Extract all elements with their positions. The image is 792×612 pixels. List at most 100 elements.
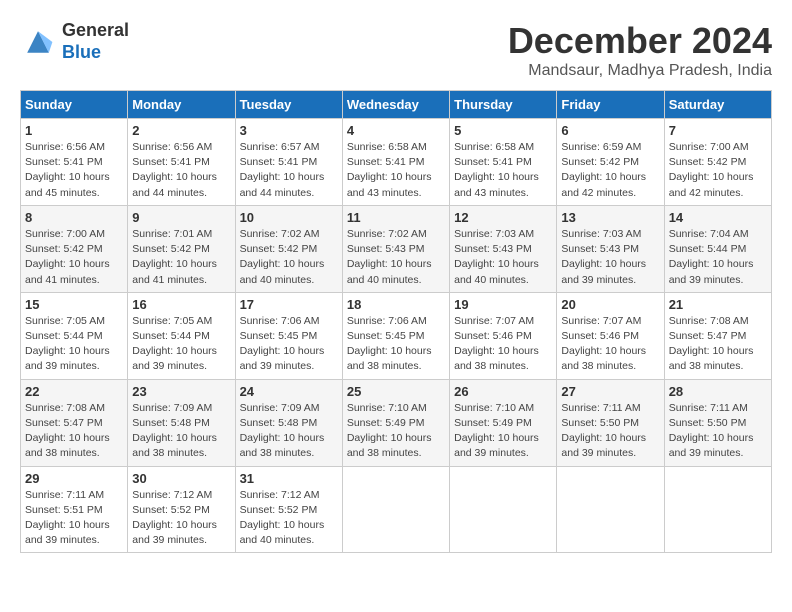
calendar-cell: 14 Sunrise: 7:04 AM Sunset: 5:44 PM Dayl… — [664, 205, 771, 292]
day-info: Sunrise: 7:06 AM Sunset: 5:45 PM Dayligh… — [347, 314, 445, 375]
day-number: 16 — [132, 297, 230, 312]
day-info: Sunrise: 7:02 AM Sunset: 5:43 PM Dayligh… — [347, 227, 445, 288]
day-info: Sunrise: 6:57 AM Sunset: 5:41 PM Dayligh… — [240, 140, 338, 201]
day-number: 27 — [561, 384, 659, 399]
day-number: 23 — [132, 384, 230, 399]
calendar-cell: 6 Sunrise: 6:59 AM Sunset: 5:42 PM Dayli… — [557, 119, 664, 206]
day-number: 14 — [669, 210, 767, 225]
day-number: 26 — [454, 384, 552, 399]
calendar-week-row: 1 Sunrise: 6:56 AM Sunset: 5:41 PM Dayli… — [21, 119, 772, 206]
calendar-cell: 31 Sunrise: 7:12 AM Sunset: 5:52 PM Dayl… — [235, 466, 342, 553]
calendar-cell: 29 Sunrise: 7:11 AM Sunset: 5:51 PM Dayl… — [21, 466, 128, 553]
calendar-cell: 15 Sunrise: 7:05 AM Sunset: 5:44 PM Dayl… — [21, 292, 128, 379]
logo-general-text: General — [62, 20, 129, 40]
logo: General Blue — [20, 20, 129, 63]
calendar-cell: 20 Sunrise: 7:07 AM Sunset: 5:46 PM Dayl… — [557, 292, 664, 379]
calendar-cell: 9 Sunrise: 7:01 AM Sunset: 5:42 PM Dayli… — [128, 205, 235, 292]
day-info: Sunrise: 7:01 AM Sunset: 5:42 PM Dayligh… — [132, 227, 230, 288]
day-info: Sunrise: 7:12 AM Sunset: 5:52 PM Dayligh… — [132, 488, 230, 549]
day-number: 30 — [132, 471, 230, 486]
day-number: 20 — [561, 297, 659, 312]
day-info: Sunrise: 7:11 AM Sunset: 5:50 PM Dayligh… — [669, 401, 767, 462]
day-number: 9 — [132, 210, 230, 225]
day-number: 4 — [347, 123, 445, 138]
day-info: Sunrise: 7:00 AM Sunset: 5:42 PM Dayligh… — [669, 140, 767, 201]
day-number: 5 — [454, 123, 552, 138]
day-info: Sunrise: 7:07 AM Sunset: 5:46 PM Dayligh… — [454, 314, 552, 375]
calendar-week-row: 29 Sunrise: 7:11 AM Sunset: 5:51 PM Dayl… — [21, 466, 772, 553]
day-number: 7 — [669, 123, 767, 138]
day-info: Sunrise: 7:02 AM Sunset: 5:42 PM Dayligh… — [240, 227, 338, 288]
calendar-cell: 22 Sunrise: 7:08 AM Sunset: 5:47 PM Dayl… — [21, 379, 128, 466]
weekday-header-sunday: Sunday — [21, 91, 128, 119]
day-info: Sunrise: 7:03 AM Sunset: 5:43 PM Dayligh… — [561, 227, 659, 288]
day-number: 6 — [561, 123, 659, 138]
calendar-cell: 26 Sunrise: 7:10 AM Sunset: 5:49 PM Dayl… — [450, 379, 557, 466]
weekday-header-friday: Friday — [557, 91, 664, 119]
day-number: 8 — [25, 210, 123, 225]
day-info: Sunrise: 7:03 AM Sunset: 5:43 PM Dayligh… — [454, 227, 552, 288]
day-number: 2 — [132, 123, 230, 138]
day-info: Sunrise: 6:56 AM Sunset: 5:41 PM Dayligh… — [25, 140, 123, 201]
day-number: 15 — [25, 297, 123, 312]
day-info: Sunrise: 7:09 AM Sunset: 5:48 PM Dayligh… — [132, 401, 230, 462]
calendar-cell: 18 Sunrise: 7:06 AM Sunset: 5:45 PM Dayl… — [342, 292, 449, 379]
day-number: 3 — [240, 123, 338, 138]
calendar-cell: 11 Sunrise: 7:02 AM Sunset: 5:43 PM Dayl… — [342, 205, 449, 292]
day-info: Sunrise: 7:05 AM Sunset: 5:44 PM Dayligh… — [132, 314, 230, 375]
calendar-header-row: SundayMondayTuesdayWednesdayThursdayFrid… — [21, 91, 772, 119]
weekday-header-wednesday: Wednesday — [342, 91, 449, 119]
calendar-cell: 8 Sunrise: 7:00 AM Sunset: 5:42 PM Dayli… — [21, 205, 128, 292]
calendar-cell — [557, 466, 664, 553]
day-number: 31 — [240, 471, 338, 486]
day-number: 10 — [240, 210, 338, 225]
calendar-cell: 16 Sunrise: 7:05 AM Sunset: 5:44 PM Dayl… — [128, 292, 235, 379]
calendar-week-row: 22 Sunrise: 7:08 AM Sunset: 5:47 PM Dayl… — [21, 379, 772, 466]
calendar-cell — [664, 466, 771, 553]
page-header: General Blue December 2024 Mandsaur, Mad… — [20, 20, 772, 80]
day-info: Sunrise: 7:11 AM Sunset: 5:51 PM Dayligh… — [25, 488, 123, 549]
calendar-cell: 7 Sunrise: 7:00 AM Sunset: 5:42 PM Dayli… — [664, 119, 771, 206]
calendar-cell: 23 Sunrise: 7:09 AM Sunset: 5:48 PM Dayl… — [128, 379, 235, 466]
day-info: Sunrise: 7:12 AM Sunset: 5:52 PM Dayligh… — [240, 488, 338, 549]
calendar-cell: 25 Sunrise: 7:10 AM Sunset: 5:49 PM Dayl… — [342, 379, 449, 466]
day-info: Sunrise: 7:00 AM Sunset: 5:42 PM Dayligh… — [25, 227, 123, 288]
day-number: 21 — [669, 297, 767, 312]
day-number: 18 — [347, 297, 445, 312]
weekday-header-tuesday: Tuesday — [235, 91, 342, 119]
day-info: Sunrise: 6:56 AM Sunset: 5:41 PM Dayligh… — [132, 140, 230, 201]
calendar-cell: 4 Sunrise: 6:58 AM Sunset: 5:41 PM Dayli… — [342, 119, 449, 206]
calendar-cell: 19 Sunrise: 7:07 AM Sunset: 5:46 PM Dayl… — [450, 292, 557, 379]
logo-blue-text: Blue — [62, 42, 101, 62]
day-number: 17 — [240, 297, 338, 312]
calendar-cell — [342, 466, 449, 553]
month-title: December 2024 — [508, 20, 772, 62]
day-info: Sunrise: 7:10 AM Sunset: 5:49 PM Dayligh… — [454, 401, 552, 462]
day-info: Sunrise: 7:07 AM Sunset: 5:46 PM Dayligh… — [561, 314, 659, 375]
day-number: 1 — [25, 123, 123, 138]
day-info: Sunrise: 7:06 AM Sunset: 5:45 PM Dayligh… — [240, 314, 338, 375]
day-info: Sunrise: 7:11 AM Sunset: 5:50 PM Dayligh… — [561, 401, 659, 462]
calendar-week-row: 8 Sunrise: 7:00 AM Sunset: 5:42 PM Dayli… — [21, 205, 772, 292]
day-number: 28 — [669, 384, 767, 399]
day-info: Sunrise: 6:58 AM Sunset: 5:41 PM Dayligh… — [454, 140, 552, 201]
calendar-cell: 13 Sunrise: 7:03 AM Sunset: 5:43 PM Dayl… — [557, 205, 664, 292]
calendar-table: SundayMondayTuesdayWednesdayThursdayFrid… — [20, 90, 772, 553]
day-info: Sunrise: 7:08 AM Sunset: 5:47 PM Dayligh… — [25, 401, 123, 462]
day-number: 11 — [347, 210, 445, 225]
location-title: Mandsaur, Madhya Pradesh, India — [508, 62, 772, 80]
calendar-week-row: 15 Sunrise: 7:05 AM Sunset: 5:44 PM Dayl… — [21, 292, 772, 379]
calendar-cell: 1 Sunrise: 6:56 AM Sunset: 5:41 PM Dayli… — [21, 119, 128, 206]
calendar-cell: 2 Sunrise: 6:56 AM Sunset: 5:41 PM Dayli… — [128, 119, 235, 206]
day-number: 13 — [561, 210, 659, 225]
day-info: Sunrise: 7:04 AM Sunset: 5:44 PM Dayligh… — [669, 227, 767, 288]
day-info: Sunrise: 7:08 AM Sunset: 5:47 PM Dayligh… — [669, 314, 767, 375]
calendar-cell: 27 Sunrise: 7:11 AM Sunset: 5:50 PM Dayl… — [557, 379, 664, 466]
day-number: 29 — [25, 471, 123, 486]
calendar-cell: 12 Sunrise: 7:03 AM Sunset: 5:43 PM Dayl… — [450, 205, 557, 292]
calendar-cell — [450, 466, 557, 553]
title-block: December 2024 Mandsaur, Madhya Pradesh, … — [508, 20, 772, 80]
weekday-header-monday: Monday — [128, 91, 235, 119]
calendar-cell: 24 Sunrise: 7:09 AM Sunset: 5:48 PM Dayl… — [235, 379, 342, 466]
day-info: Sunrise: 7:09 AM Sunset: 5:48 PM Dayligh… — [240, 401, 338, 462]
